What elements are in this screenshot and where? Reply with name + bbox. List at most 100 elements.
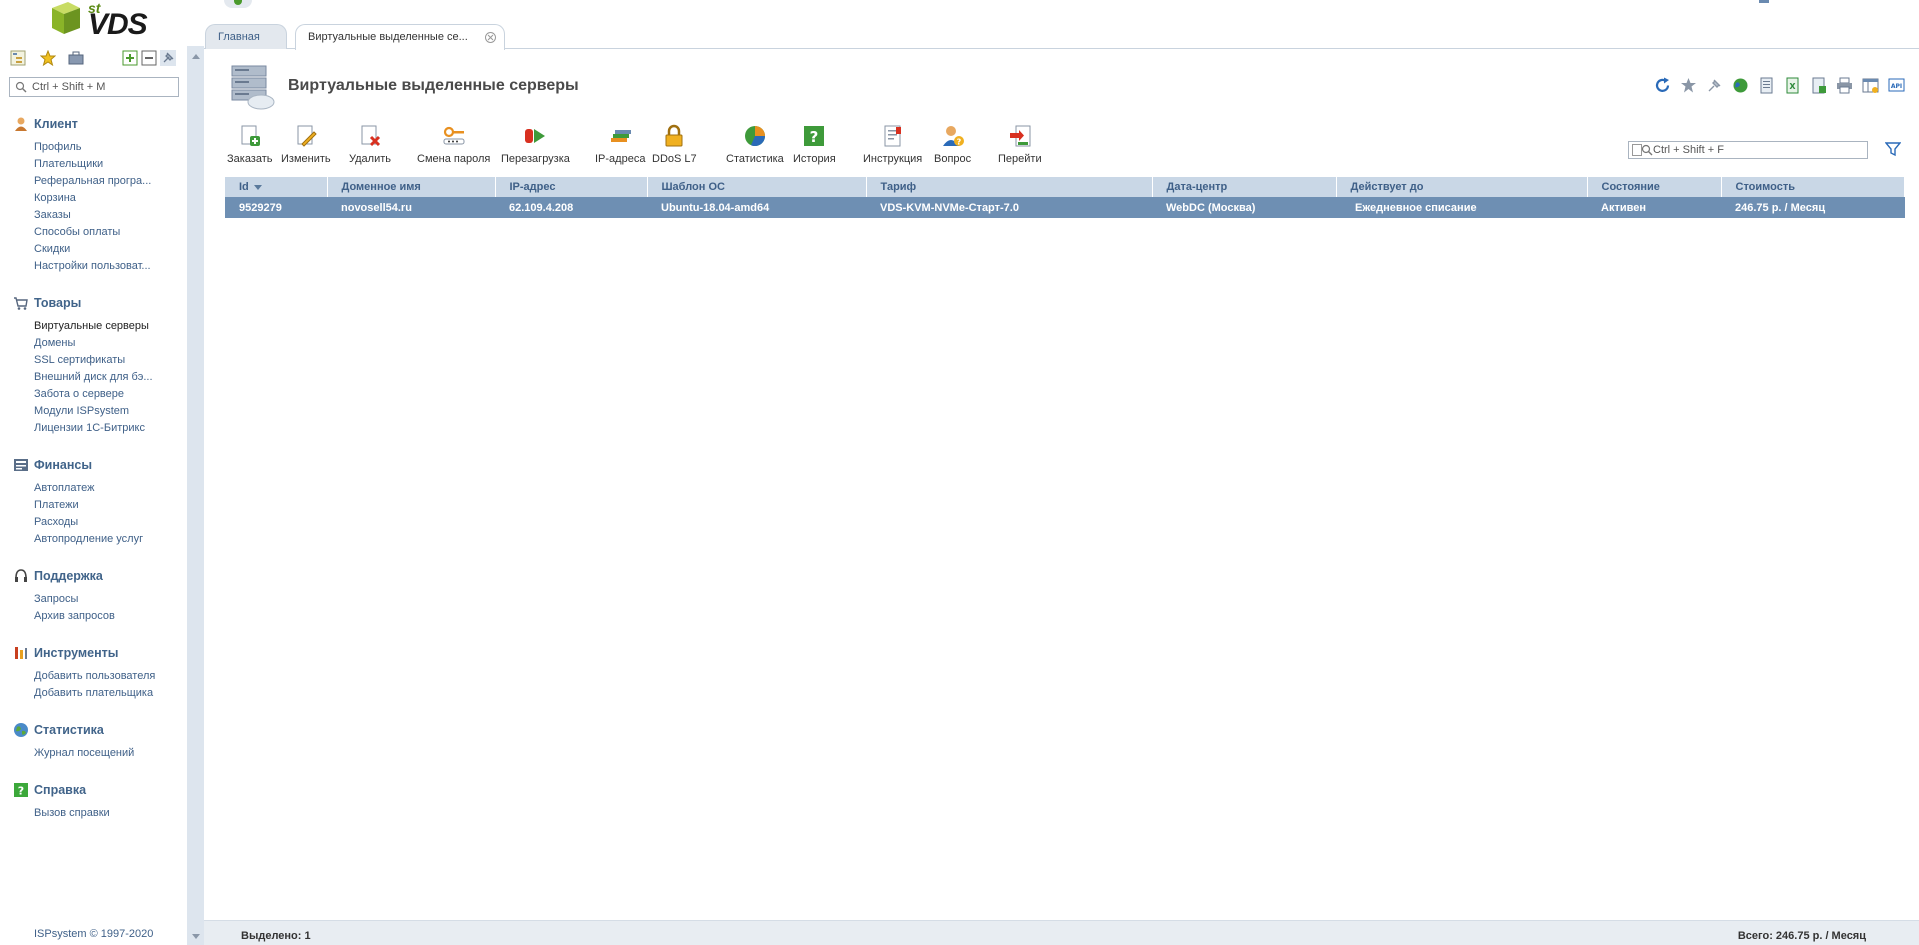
favorites-icon[interactable] xyxy=(40,50,56,66)
nav-group-header[interactable]: ? Справка xyxy=(13,781,110,799)
tree-icon[interactable] xyxy=(10,50,26,66)
refresh-icon[interactable] xyxy=(1654,77,1671,94)
sidebar-item-payments[interactable]: Платежи xyxy=(34,497,143,514)
table-row[interactable]: 9529279 novosell54.ru 62.109.4.208 Ubunt… xyxy=(225,197,1905,218)
tab-label: Виртуальные выделенные се... xyxy=(308,31,468,43)
sidebar-item-autopay[interactable]: Автоплатеж xyxy=(34,480,143,497)
nav-group-header[interactable]: Инструменты xyxy=(13,644,155,662)
sidebar-item-help[interactable]: Вызов справки xyxy=(34,805,110,822)
sidebar-item-domains[interactable]: Домены xyxy=(34,335,153,352)
list-search[interactable] xyxy=(1628,141,1868,159)
sidebar-item-referral[interactable]: Реферальная програ... xyxy=(34,173,151,190)
top-right-indicator xyxy=(1759,0,1769,3)
table-settings-icon[interactable] xyxy=(1862,77,1879,94)
ddos-label: DDoS L7 xyxy=(652,153,697,165)
sidebar-search-input[interactable] xyxy=(32,80,172,94)
question-label: Вопрос xyxy=(934,153,972,165)
tab-virtual-servers[interactable]: Виртуальные выделенные се... xyxy=(295,24,505,50)
column-header-datacenter[interactable]: Дата-центр xyxy=(1152,177,1337,197)
sidebar-item-user-settings[interactable]: Настройки пользоват... xyxy=(34,258,151,275)
sidebar-item-payers[interactable]: Плательщики xyxy=(34,156,151,173)
column-header-os[interactable]: Шаблон ОС xyxy=(647,177,867,197)
reboot-button[interactable]: Перезагрузка xyxy=(501,124,570,165)
history-button[interactable]: ? История xyxy=(793,124,836,165)
logo-brand: VDS xyxy=(88,8,148,41)
document-icon[interactable] xyxy=(1758,77,1775,94)
print-icon[interactable] xyxy=(1836,77,1853,94)
cell-tariff: VDS-KVM-NVMe-Старт-7.0 xyxy=(866,197,1152,218)
nav-group-title: Статистика xyxy=(34,723,104,737)
column-header-domain[interactable]: Доменное имя xyxy=(327,177,496,197)
change-password-button[interactable]: Смена пароля xyxy=(417,124,490,165)
question-button[interactable]: ? Вопрос xyxy=(934,124,971,165)
delete-icon xyxy=(361,125,381,147)
list-search-input[interactable] xyxy=(1653,143,1863,157)
ddos-button[interactable]: DDoS L7 xyxy=(652,124,697,165)
close-icon[interactable] xyxy=(485,32,496,43)
scroll-down-icon[interactable] xyxy=(192,934,200,939)
statistics-button[interactable]: Статистика xyxy=(726,124,784,165)
sidebar-item-server-care[interactable]: Забота о сервере xyxy=(34,386,153,403)
nav-group-header[interactable]: Поддержка xyxy=(13,567,115,585)
delete-label: Удалить xyxy=(349,153,391,165)
column-header-status[interactable]: Состояние xyxy=(1587,177,1722,197)
instruction-icon xyxy=(884,125,901,147)
sidebar-search[interactable] xyxy=(9,77,179,97)
tab-home[interactable]: Главная xyxy=(205,24,287,49)
excel-icon[interactable]: X xyxy=(1784,77,1801,94)
collapse-all-icon[interactable] xyxy=(141,50,157,66)
api-icon[interactable]: API xyxy=(1888,77,1905,94)
sidebar-item-virtual-servers[interactable]: Виртуальные серверы xyxy=(34,318,153,335)
sidebar-item-request-archive[interactable]: Архив запросов xyxy=(34,608,115,625)
filter-icon[interactable] xyxy=(1885,141,1901,157)
sidebar-item-cart[interactable]: Корзина xyxy=(34,190,151,207)
briefcase-icon[interactable] xyxy=(68,50,84,66)
sidebar-item-visit-log[interactable]: Журнал посещений xyxy=(34,745,134,762)
password-icon xyxy=(443,126,465,145)
nav-group-header[interactable]: Товары xyxy=(13,294,153,312)
column-header-valid-until[interactable]: Действует до xyxy=(1336,177,1588,197)
globe-icon[interactable] xyxy=(1732,77,1749,94)
pin-icon[interactable] xyxy=(160,50,176,66)
cell-cost: 246.75 р. / Месяц xyxy=(1721,197,1905,218)
sidebar-item-discounts[interactable]: Скидки xyxy=(34,241,151,258)
page-title: Виртуальные выделенные серверы xyxy=(288,77,579,94)
pie-icon xyxy=(744,126,765,147)
ip-addresses-button[interactable]: IP-адреса xyxy=(595,124,645,165)
sidebar-item-requests[interactable]: Запросы xyxy=(34,591,115,608)
statistics-label: Статистика xyxy=(726,153,784,165)
logo[interactable]: st VDS xyxy=(48,0,148,42)
sidebar-item-expenses[interactable]: Расходы xyxy=(34,514,143,531)
sidebar-item-autorenew[interactable]: Автопродление услуг xyxy=(34,531,143,548)
sidebar-item-backup-disk[interactable]: Внешний диск для бэ... xyxy=(34,369,153,386)
export-icon[interactable] xyxy=(1810,77,1827,94)
pin-icon[interactable] xyxy=(1706,77,1723,94)
column-header-tariff[interactable]: Тариф xyxy=(866,177,1153,197)
star-icon[interactable] xyxy=(1680,77,1697,94)
sidebar-item-payment-methods[interactable]: Способы оплаты xyxy=(34,224,151,241)
sidebar-item-add-user[interactable]: Добавить пользователя xyxy=(34,668,155,685)
column-header-cost[interactable]: Стоимость xyxy=(1721,177,1905,197)
expand-all-icon[interactable] xyxy=(122,50,138,66)
nav-group-header[interactable]: Клиент xyxy=(13,115,151,133)
nav-group-header[interactable]: Статистика xyxy=(13,721,134,739)
nav-group-header[interactable]: Финансы xyxy=(13,456,143,474)
delete-button[interactable]: Удалить xyxy=(349,124,391,165)
sidebar-item-isp-modules[interactable]: Модули ISPsystem xyxy=(34,403,153,420)
sidebar-item-orders[interactable]: Заказы xyxy=(34,207,151,224)
sidebar-scrollbar[interactable] xyxy=(187,46,204,945)
column-header-ip[interactable]: IP-адрес xyxy=(495,177,648,197)
sidebar-item-add-payer[interactable]: Добавить плательщика xyxy=(34,685,155,702)
total-cost: Всего: 246.75 р. / Месяц xyxy=(1737,930,1866,942)
sidebar-item-profile[interactable]: Профиль xyxy=(34,139,151,156)
svg-text:API: API xyxy=(1891,83,1902,90)
edit-button[interactable]: Изменить xyxy=(281,124,331,165)
sidebar-item-ssl[interactable]: SSL сертификаты xyxy=(34,352,153,369)
scroll-up-icon[interactable] xyxy=(192,54,200,59)
sidebar-item-bitrix[interactable]: Лицензии 1С-Битрикс xyxy=(34,420,153,437)
column-header-id[interactable]: Id xyxy=(225,177,328,197)
order-button[interactable]: Заказать xyxy=(227,124,273,165)
goto-button[interactable]: Перейти xyxy=(998,124,1042,165)
nav-group-title: Товары xyxy=(34,296,82,310)
instruction-button[interactable]: Инструкция xyxy=(863,124,922,165)
